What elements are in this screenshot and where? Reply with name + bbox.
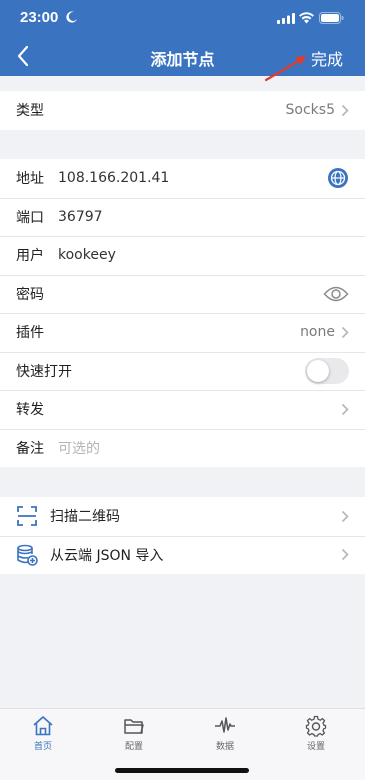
address-input[interactable]: 108.166.201.41 (58, 170, 169, 186)
annotation-arrow (264, 56, 306, 82)
tab-home-label: 首页 (33, 742, 52, 752)
tab-config[interactable]: 配置 (104, 715, 164, 752)
password-row[interactable]: 密码 (0, 274, 365, 314)
chevron-right-icon (341, 104, 349, 116)
cloud-import-row[interactable]: 从云端 JSON 导入 (0, 535, 365, 575)
scan-right (341, 510, 349, 523)
cloud-right (341, 548, 349, 561)
forward-row[interactable]: 转发 (0, 390, 365, 429)
chevron-right-icon (341, 510, 349, 522)
done-button[interactable]: 完成 (311, 46, 343, 70)
type-right: Socks5 (286, 102, 349, 118)
tab-data[interactable]: 数据 (195, 715, 255, 752)
form-group: 地址 108.166.201.41 端口 36797 用户 kookeey 密码 (0, 159, 365, 467)
eye-icon[interactable] (323, 285, 349, 303)
home-icon (33, 716, 53, 736)
quick-open-right (305, 357, 349, 384)
scan-icon (17, 506, 37, 527)
note-label: 备注 (16, 440, 44, 457)
quick-open-row: 快速打开 (0, 351, 365, 391)
chevron-right-icon (341, 403, 349, 415)
moon-icon (66, 11, 77, 23)
port-row[interactable]: 端口 36797 (0, 197, 365, 237)
signal-icon (277, 13, 295, 24)
tab-settings[interactable]: 设置 (286, 715, 346, 752)
tab-config-label: 配置 (124, 742, 143, 752)
port-input[interactable]: 36797 (58, 209, 103, 225)
gear-icon (305, 715, 327, 737)
activity-icon (215, 717, 235, 733)
plugin-label: 插件 (16, 325, 44, 342)
password-label: 密码 (16, 286, 44, 303)
folder-icon (124, 719, 144, 734)
user-label: 用户 (16, 248, 44, 265)
type-group: 类型 Socks5 (0, 91, 365, 130)
plugin-right: none (300, 324, 349, 340)
status-bar: 23:00 (0, 0, 365, 36)
scan-qr-label: 扫描二维码 (50, 509, 120, 526)
type-value: Socks5 (285, 102, 335, 119)
toggle-knob (307, 359, 329, 382)
type-label: 类型 (16, 103, 44, 120)
note-row[interactable]: 备注 可选的 (0, 428, 365, 468)
globe-icon[interactable] (327, 167, 349, 189)
chevron-right-icon (341, 326, 349, 338)
forward-label: 转发 (16, 402, 44, 419)
address-row[interactable]: 地址 108.166.201.41 (0, 159, 365, 198)
address-right (327, 167, 349, 189)
user-input[interactable]: kookeey (58, 247, 116, 263)
quick-open-toggle[interactable] (305, 357, 349, 384)
plugin-row[interactable]: 插件 none (0, 313, 365, 352)
user-row[interactable]: 用户 kookeey (0, 236, 365, 275)
cloud-import-label: 从云端 JSON 导入 (50, 547, 164, 564)
scan-qr-row[interactable]: 扫描二维码 (0, 497, 365, 536)
password-right (323, 285, 349, 303)
home-indicator (115, 768, 249, 773)
port-label: 端口 (16, 209, 44, 226)
import-group: 扫描二维码 从云端 JSON 导入 (0, 497, 365, 574)
plugin-value: none (300, 324, 335, 341)
status-time: 23:00 (20, 9, 59, 26)
tab-data-label: 数据 (215, 742, 234, 752)
battery-icon (319, 12, 344, 24)
quick-open-label: 快速打开 (16, 363, 72, 380)
address-label: 地址 (16, 171, 44, 188)
chevron-right-icon (341, 549, 349, 561)
note-input[interactable]: 可选的 (58, 438, 100, 458)
tab-home[interactable]: 首页 (13, 715, 73, 752)
tab-settings-label: 设置 (306, 742, 325, 752)
forward-right (341, 403, 349, 416)
wifi-icon (299, 12, 314, 24)
database-icon (17, 544, 38, 566)
type-row[interactable]: 类型 Socks5 (0, 91, 365, 130)
